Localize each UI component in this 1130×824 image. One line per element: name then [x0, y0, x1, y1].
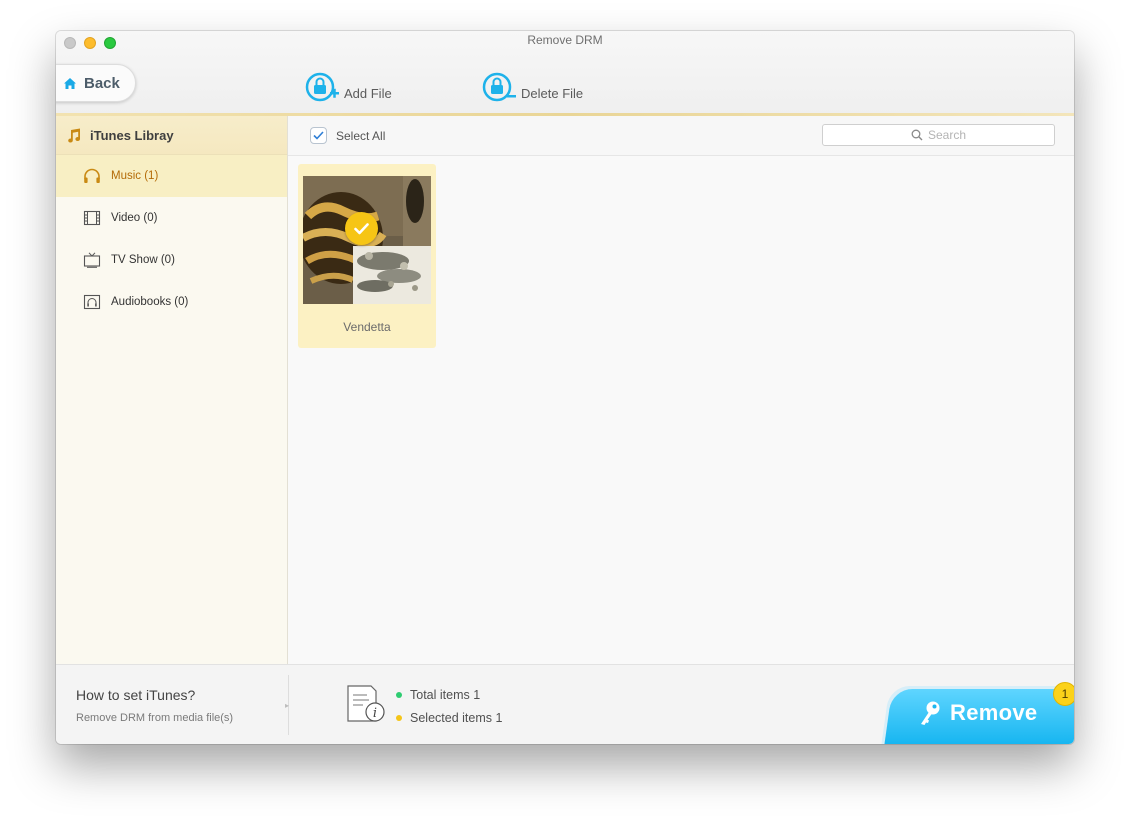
- checkmark-icon: [354, 222, 369, 234]
- itunes-library-header[interactable]: iTunes Libray: [56, 116, 287, 155]
- app-window: Remove DRM Back Add File Delete File iTu…: [56, 31, 1074, 744]
- add-file-button[interactable]: Add File: [305, 71, 392, 104]
- search-input[interactable]: Search: [822, 124, 1055, 146]
- sidebar-item-tv-show[interactable]: TV Show (0): [56, 239, 287, 281]
- file-area: Select All Search Vendetta: [288, 116, 1074, 664]
- selected-items-dot: [396, 715, 402, 721]
- sidebar-item-audiobooks[interactable]: Audiobooks (0): [56, 281, 287, 323]
- delete-file-label: Delete File: [521, 86, 584, 101]
- film-icon: [83, 210, 101, 226]
- itunes-help-link[interactable]: How to set iTunes?: [76, 687, 195, 703]
- selected-items-text: Selected items 1: [410, 711, 503, 725]
- window-title: Remove DRM: [527, 33, 603, 47]
- back-button[interactable]: Back: [56, 64, 136, 102]
- total-items-dot: [396, 692, 402, 698]
- help-subtitle: Remove DRM from media file(s): [76, 712, 234, 724]
- total-items-stat: Total items 1: [396, 688, 480, 702]
- music-note-icon: [68, 128, 81, 143]
- total-items-text: Total items 1: [410, 688, 481, 702]
- tv-icon: [83, 252, 101, 268]
- back-label: Back: [84, 74, 120, 92]
- add-file-label: Add File: [344, 86, 392, 101]
- file-name: Vendetta: [343, 320, 391, 334]
- sidebar-item-label: Video (0): [111, 212, 158, 224]
- search-placeholder: Search: [927, 128, 967, 142]
- file-area-header: Select All Search: [288, 116, 1074, 156]
- delete-file-icon: [482, 72, 516, 102]
- footer: How to set iTunes? Remove DRM from media…: [56, 664, 1074, 744]
- document-info-icon: i: [347, 685, 385, 722]
- toolbar: Remove DRM Back Add File Delete File: [56, 31, 1074, 115]
- remove-button[interactable]: [883, 689, 1074, 744]
- search-icon: [911, 129, 923, 141]
- sidebar-item-label: Music (1): [111, 170, 159, 182]
- sidebar-item-music[interactable]: Music (1): [56, 155, 287, 197]
- itunes-library-title: iTunes Libray: [90, 127, 174, 143]
- audiobook-icon: [83, 294, 101, 310]
- remove-count-badge: 1: [1053, 682, 1074, 706]
- sidebar-item-video[interactable]: Video (0): [56, 197, 287, 239]
- sidebar-item-label: Audiobooks (0): [111, 296, 189, 308]
- file-tile[interactable]: Vendetta: [298, 164, 436, 348]
- select-all-checkbox[interactable]: [310, 127, 327, 144]
- delete-file-button[interactable]: Delete File: [482, 71, 583, 104]
- chevron-right-icon: ▸: [285, 701, 290, 710]
- svg-text:i: i: [373, 706, 377, 721]
- sidebar-item-label: TV Show (0): [111, 254, 175, 266]
- home-icon: [64, 77, 76, 89]
- headphones-icon: [84, 168, 100, 183]
- add-file-icon: [305, 72, 339, 102]
- select-all-label[interactable]: Select All: [336, 129, 385, 143]
- sidebar: iTunes Libray Music (1) Video (0) TV Sho…: [56, 116, 288, 664]
- selected-check-badge: [345, 212, 378, 245]
- checkmark-icon: [313, 131, 324, 140]
- selected-items-stat: Selected items 1: [396, 711, 502, 725]
